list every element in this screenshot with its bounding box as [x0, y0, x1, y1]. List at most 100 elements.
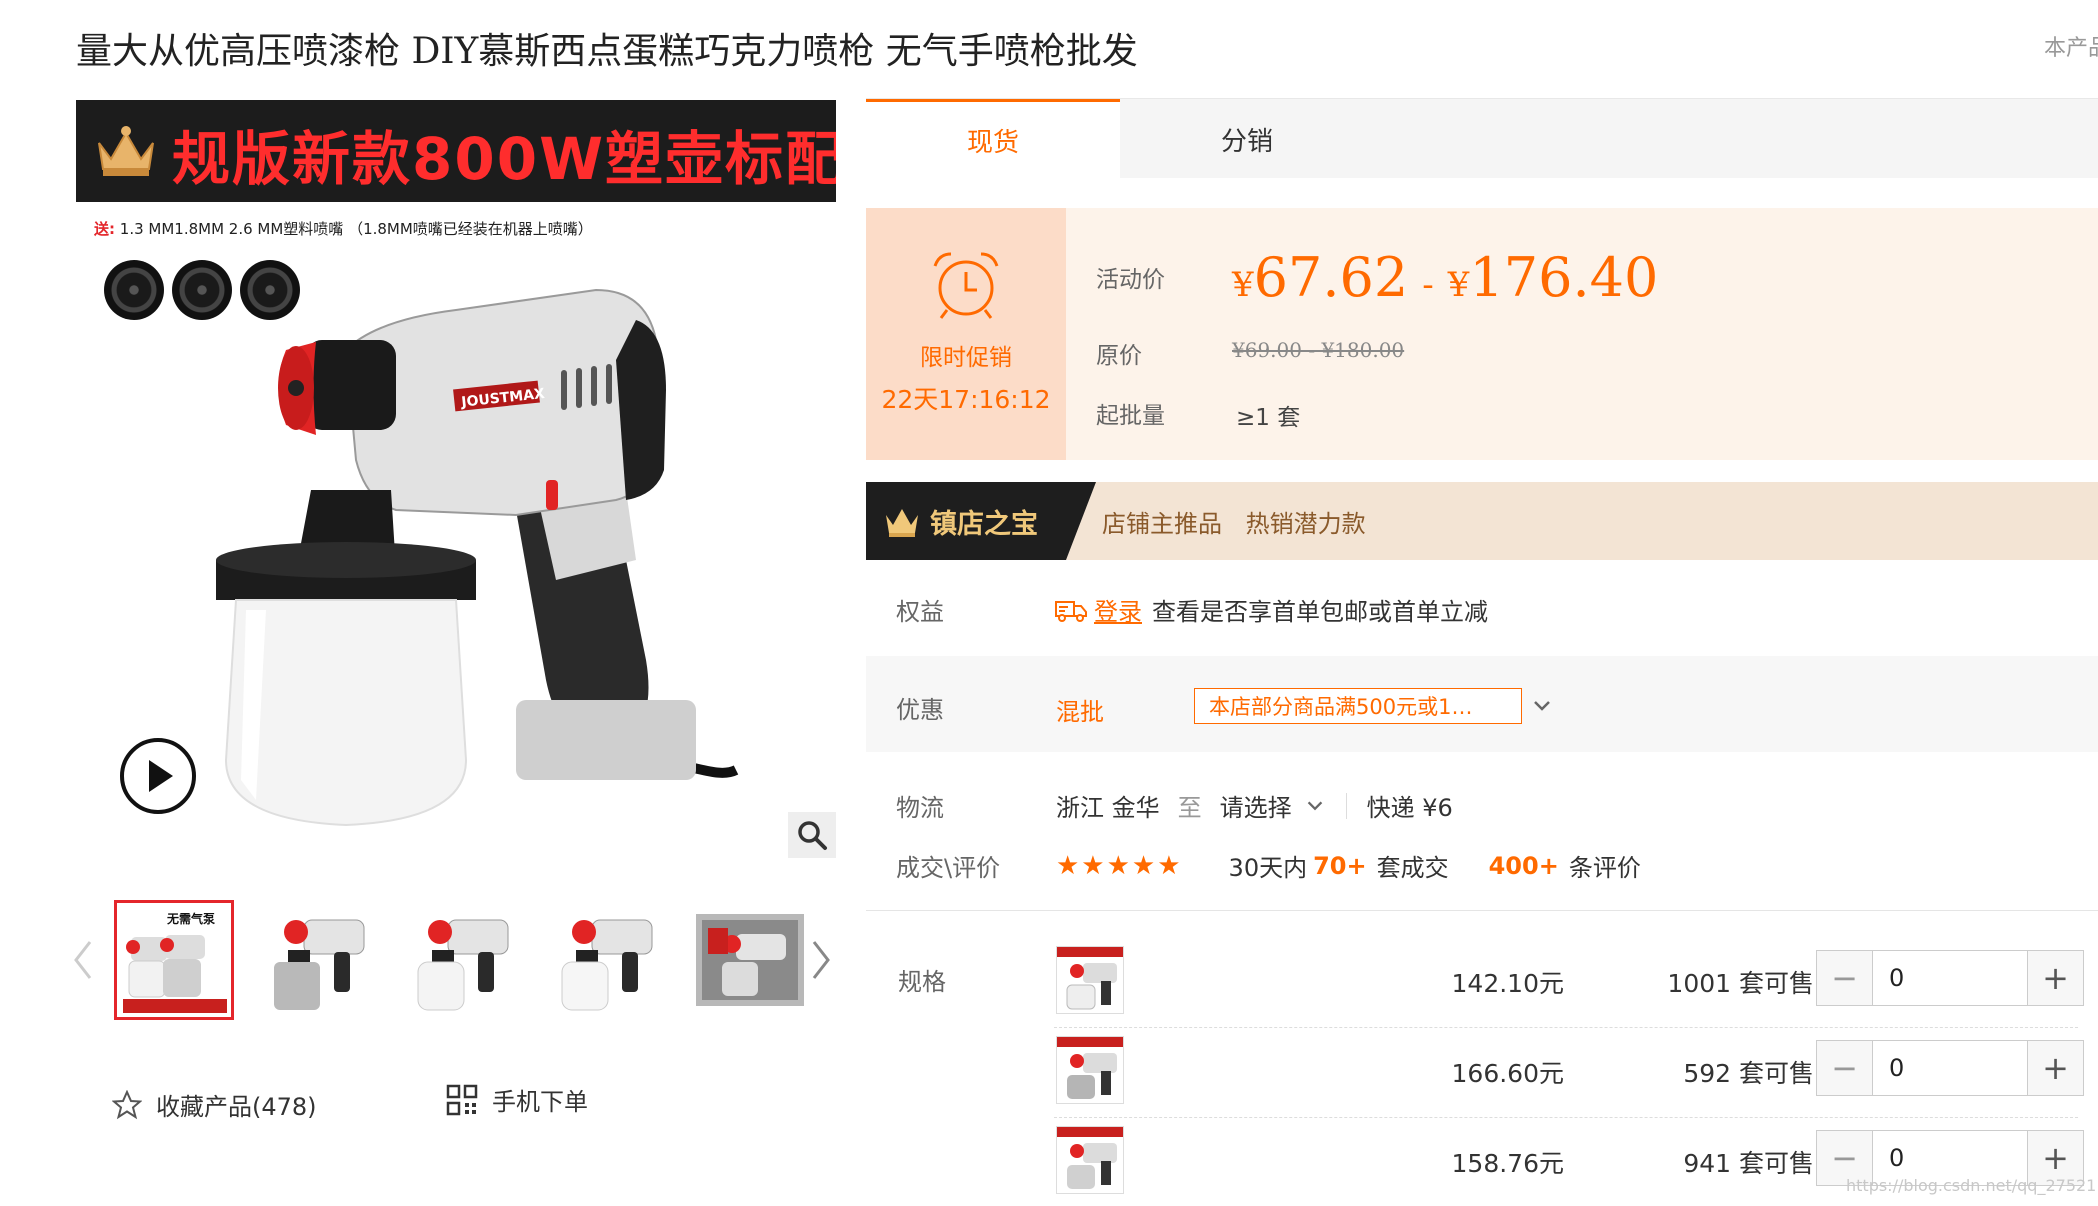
crown-icon: [76, 100, 176, 202]
sku-row: 166.60元 592 套可售 − +: [1054, 1028, 2084, 1118]
discount-label: 优惠: [896, 696, 944, 724]
sku-thumbnail[interactable]: [1056, 1036, 1124, 1104]
range-separator: -: [1422, 265, 1434, 305]
currency-symbol: ¥: [1447, 265, 1470, 305]
destination-value: 请选择: [1219, 794, 1292, 822]
zoom-button[interactable]: [788, 812, 836, 858]
chevron-right-icon: [812, 941, 830, 979]
thumbnail-caption: 无需气泵: [166, 911, 215, 926]
favorite-button[interactable]: 收藏产品(478): [112, 1087, 317, 1122]
deals-label: 成交\评价: [896, 854, 1001, 882]
login-link[interactable]: 登录: [1094, 592, 1142, 627]
activity-price-range: ¥67.62- ¥176.40: [1232, 246, 1658, 309]
thumbnail-4[interactable]: [546, 900, 666, 1020]
review-count[interactable]: 400+: [1489, 852, 1559, 880]
increase-button[interactable]: +: [2027, 1041, 2083, 1095]
spray-gun-illustration: JOUSTMAX: [216, 288, 739, 827]
treasure-tag: 热销潜力款: [1245, 510, 1366, 538]
deals-prefix: 30天内: [1228, 854, 1308, 882]
qr-code-icon: [446, 1084, 478, 1115]
chevron-down-icon: [1534, 701, 1550, 711]
thumbnail-next-button[interactable]: [808, 935, 834, 985]
review-suffix: 条评价: [1568, 854, 1641, 882]
chevron-left-icon: [74, 941, 92, 979]
play-video-button[interactable]: [120, 738, 196, 814]
mobile-order-label: 手机下单: [492, 1088, 588, 1116]
crown-icon: [886, 509, 918, 537]
logistics-label: 物流: [896, 794, 944, 822]
treasure-badge-text: 镇店之宝: [930, 508, 1038, 540]
sku-price: 142.10元: [1451, 969, 1564, 998]
shipping-fee: 快递 ¥6: [1366, 794, 1453, 822]
activity-price-label: 活动价: [1096, 267, 1165, 293]
thumbnail-5[interactable]: [690, 900, 810, 1020]
logistics-row: 浙江 金华 至 请选择 快递 ¥6: [1056, 788, 1453, 823]
gift-note: 送: 1.3 MM1.8MM 2.6 MM塑料喷嘴 （1.8MM喷嘴已经装在机器…: [94, 218, 593, 239]
image-banner: 规版新款800W塑壶标配套: [76, 100, 836, 202]
destination-select[interactable]: 请选择: [1220, 788, 1326, 823]
nozzle-icon: [104, 260, 164, 320]
shipping-origin: 浙江 金华: [1056, 794, 1160, 822]
sku-thumbnail[interactable]: [1056, 946, 1124, 1014]
thumbnail-2[interactable]: [258, 900, 378, 1020]
increase-button[interactable]: +: [2027, 951, 2083, 1005]
to-label: 至: [1177, 794, 1202, 822]
tab-in-stock[interactable]: 现货: [866, 99, 1120, 179]
activity-price-min: 67.62: [1253, 246, 1409, 309]
product-title: 量大从优高压喷漆枪 DIY慕斯西点蛋糕巧克力喷枪 无气手喷枪批发: [76, 31, 1138, 72]
activity-price-max: 176.40: [1469, 246, 1659, 309]
main-product-image[interactable]: 规版新款800W塑壶标配套 送: 1.3 MM1.8MM 2.6 MM塑料喷嘴 …: [76, 100, 836, 860]
section-divider: [866, 910, 2098, 911]
divider: [1345, 792, 1347, 819]
promo-countdown-timer: 22天17:16:12: [881, 385, 1051, 414]
quantity-input[interactable]: [1873, 951, 2027, 1005]
original-price-label: 原价: [1096, 343, 1142, 369]
delivery-truck-icon: [1055, 600, 1087, 622]
discount-tag: 混批: [1056, 698, 1104, 726]
quantity-stepper: − +: [1816, 950, 2084, 1006]
sold-count: 70+: [1313, 851, 1367, 880]
decrease-button[interactable]: −: [1817, 1041, 1873, 1095]
thumbnail-1[interactable]: 无需气泵: [114, 900, 234, 1020]
thumbnail-strip: 无需气泵: [114, 900, 810, 1020]
zoom-icon: [798, 821, 827, 850]
currency-symbol: ¥: [1232, 265, 1254, 305]
rights-text: 查看是否享首单包邮或首单立减: [1152, 598, 1488, 626]
sku-stock: 592 套可售: [1683, 1059, 1814, 1088]
original-price: ¥69.00 - ¥180.00: [1232, 338, 1404, 362]
decrease-button[interactable]: −: [1817, 951, 1873, 1005]
mobile-order-button[interactable]: 手机下单: [446, 1082, 588, 1117]
rights-row: 登录 查看是否享首单包邮或首单立减: [1054, 592, 1488, 627]
treasure-tags: 店铺主推品 热销潜力款: [1102, 504, 1382, 539]
chevron-down-icon: [1307, 801, 1322, 810]
rating-stars: ★★★★★: [1056, 850, 1183, 881]
alarm-clock-icon: [933, 252, 999, 319]
sku-label: 规格: [898, 968, 946, 996]
treasure-badge: 镇店之宝: [866, 482, 1096, 560]
moq-value: ≥1 套: [1236, 405, 1301, 431]
banner-text: 规版新款800W塑壶标配套: [172, 125, 836, 193]
gift-prefix: 送:: [94, 220, 115, 238]
promo-countdown: 限时促销 22天17:16:12: [866, 208, 1066, 460]
promo-price-panel: 限时促销 22天17:16:12 活动价 ¥67.62- ¥176.40 原价 ¥…: [866, 208, 2098, 460]
sku-stock: 941 套可售: [1683, 1149, 1814, 1178]
quantity-stepper: − +: [1816, 1040, 2084, 1096]
quantity-input[interactable]: [1873, 1041, 2027, 1095]
promo-label: 限时促销: [920, 345, 1012, 371]
coupon-tag[interactable]: 本店部分商品满500元或1…: [1194, 688, 1522, 724]
star-outline-icon: [112, 1089, 142, 1119]
sku-thumbnail[interactable]: [1056, 1126, 1124, 1194]
coupon-expand-button[interactable]: [1530, 694, 1554, 722]
deals-row: ★★★★★ 30天内 70+ 套成交 400+ 条评价: [1056, 848, 1641, 883]
tab-distribution[interactable]: 分销: [1120, 99, 1374, 179]
gift-text: 1.3 MM1.8MM 2.6 MM塑料喷嘴 （1.8MM喷嘴已经装在机器上喷嘴…: [119, 220, 593, 238]
sku-price: 158.76元: [1451, 1149, 1564, 1178]
favorite-label: 收藏产品(478): [156, 1093, 317, 1121]
thumbnail-prev-button[interactable]: [70, 935, 96, 985]
rights-label: 权益: [896, 598, 944, 626]
treasure-tag: 店铺主推品: [1102, 510, 1222, 538]
thumbnail-3[interactable]: [402, 900, 522, 1020]
watermark: https://blog.csdn.net/qq_27521105: [1846, 1176, 2098, 1195]
sku-price: 166.60元: [1451, 1059, 1564, 1088]
top-right-note: 本产品: [2044, 36, 2098, 61]
